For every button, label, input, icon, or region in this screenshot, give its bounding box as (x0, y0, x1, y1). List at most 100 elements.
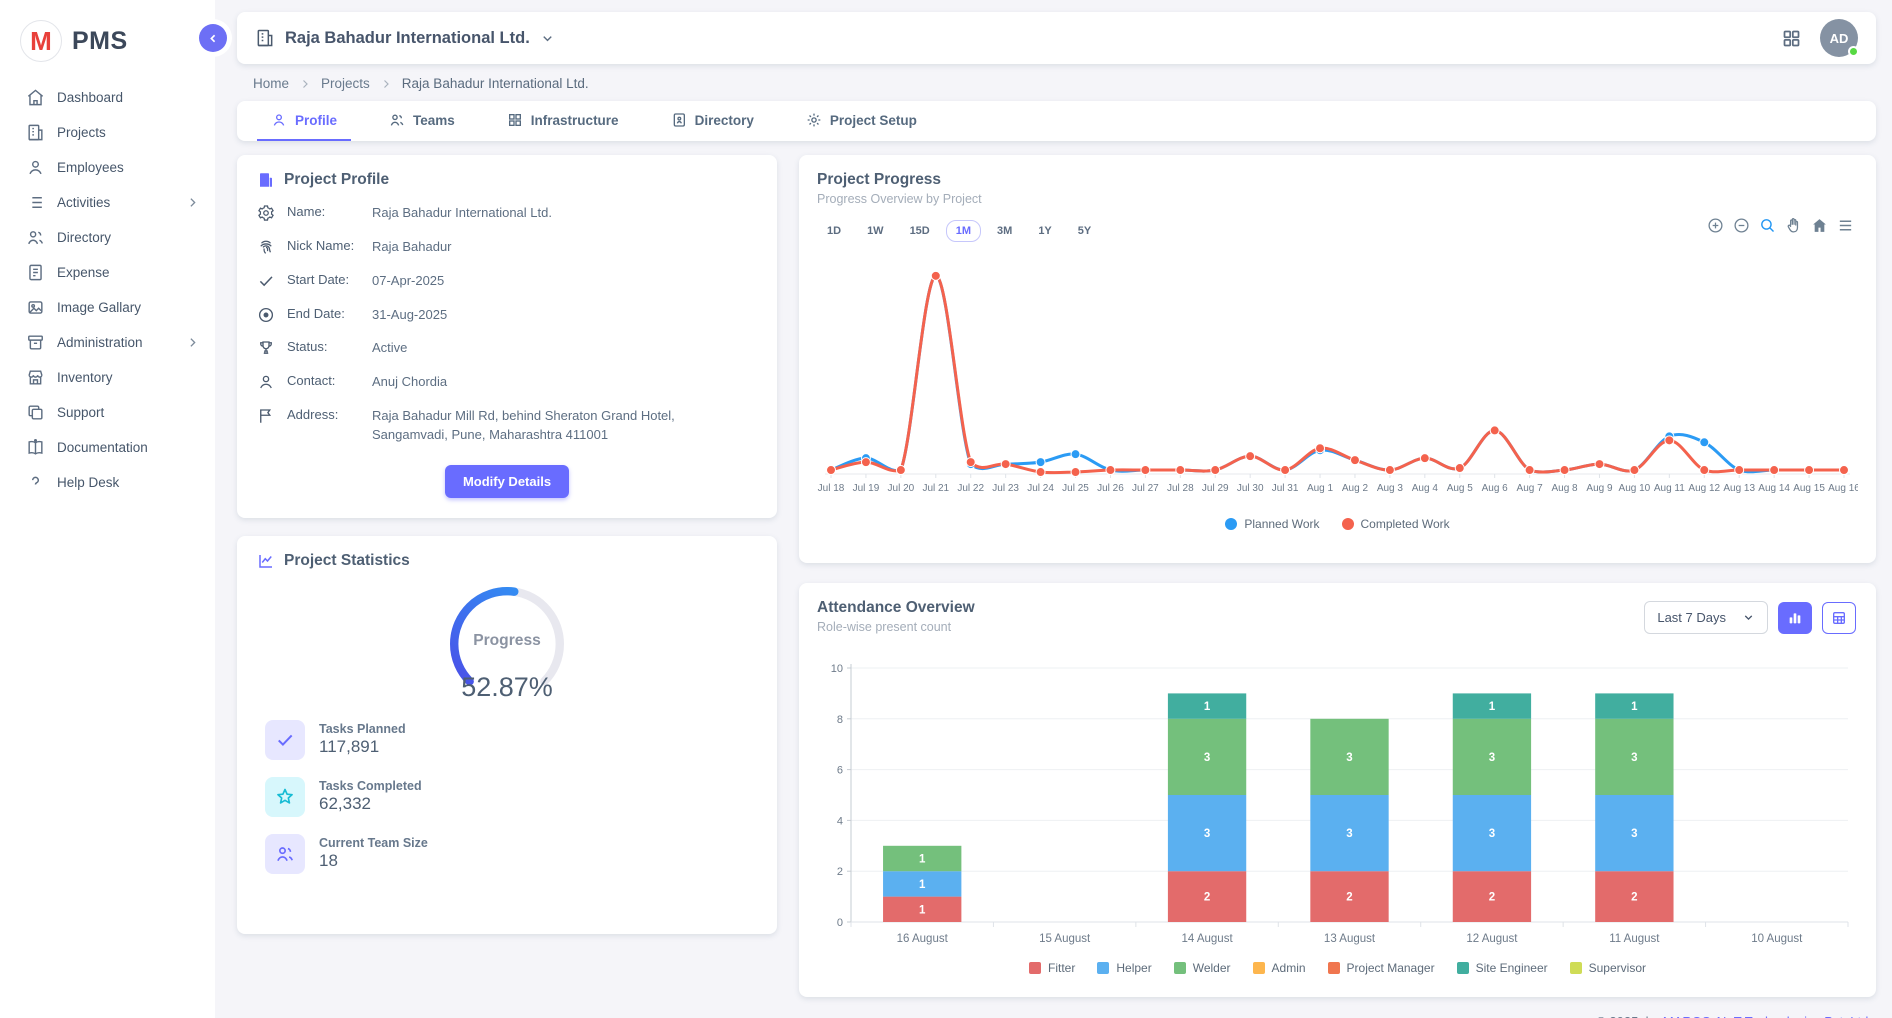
legend-item[interactable]: Supervisor (1570, 961, 1646, 975)
table-view-button[interactable] (1822, 602, 1856, 634)
svg-text:10 August: 10 August (1751, 933, 1803, 945)
online-status-dot (1848, 46, 1859, 57)
app-logo[interactable]: M PMS (0, 14, 215, 80)
chart-line-icon (257, 552, 275, 570)
svg-text:Jul 28: Jul 28 (1167, 483, 1194, 494)
archive-icon (26, 333, 45, 352)
range-15d[interactable]: 15D (900, 220, 940, 242)
range-3m[interactable]: 3M (987, 220, 1022, 242)
range-5y[interactable]: 5Y (1068, 220, 1101, 242)
line-chart-legend: Planned Work Completed Work (817, 517, 1858, 531)
legend-item[interactable]: Completed Work (1342, 517, 1450, 531)
tab-label: Teams (413, 113, 455, 128)
field-label: Name: (287, 204, 372, 219)
zoom-in-icon[interactable] (1707, 217, 1724, 234)
field-value: Raja Bahadur International Ltd. (372, 204, 558, 223)
svg-text:1: 1 (919, 854, 926, 866)
range-1d[interactable]: 1D (817, 220, 851, 242)
tab-project-setup[interactable]: Project Setup (792, 101, 931, 141)
chevron-right-icon (380, 78, 392, 90)
breadcrumb-home[interactable]: Home (253, 76, 289, 91)
zoom-out-icon[interactable] (1733, 217, 1750, 234)
gauge-label: Progress (473, 632, 541, 649)
sidebar-item-help-desk[interactable]: Help Desk (0, 465, 215, 500)
range-dropdown-value: Last 7 Days (1657, 610, 1726, 625)
tab-teams[interactable]: Teams (375, 101, 469, 141)
sidebar-item-support[interactable]: Support (0, 395, 215, 430)
legend-item[interactable]: Fitter (1029, 961, 1075, 975)
sidebar-collapse-button[interactable] (199, 24, 227, 52)
breadcrumb-projects[interactable]: Projects (321, 76, 370, 91)
range-1w[interactable]: 1W (857, 220, 894, 242)
legend-item[interactable]: Planned Work (1225, 517, 1319, 531)
sidebar-item-administration[interactable]: Administration (0, 325, 215, 360)
svg-text:Aug 14: Aug 14 (1758, 483, 1790, 494)
tabs-bar: Profile Teams Infrastructure Directory P… (237, 101, 1876, 141)
svg-text:2: 2 (1489, 892, 1495, 904)
stat-value: 62,332 (319, 794, 422, 814)
range-dropdown[interactable]: Last 7 Days (1644, 601, 1768, 634)
svg-text:11 August: 11 August (1609, 933, 1660, 945)
legend-item[interactable]: Project Manager (1328, 961, 1435, 975)
sidebar-item-activities[interactable]: Activities (0, 185, 215, 220)
field-label: Nick Name: (287, 238, 372, 253)
sidebar-item-expense[interactable]: Expense (0, 255, 215, 290)
apps-grid-icon[interactable] (1781, 28, 1802, 49)
company-link[interactable]: MARCO AIoT Technologies Pvt. Ltd. (1663, 1014, 1872, 1018)
breadcrumb-current: Raja Bahadur International Ltd. (402, 76, 589, 91)
users-icon (26, 228, 45, 247)
svg-text:0: 0 (837, 917, 843, 929)
tab-label: Directory (695, 113, 754, 128)
selection-zoom-icon[interactable] (1759, 217, 1776, 234)
fingerprint-icon (257, 238, 275, 256)
user-avatar[interactable]: AD (1820, 19, 1858, 57)
reset-home-icon[interactable] (1811, 217, 1828, 234)
stat-team-size: Current Team Size 18 (257, 834, 757, 874)
sidebar-item-image-gallery[interactable]: Image Gallary (0, 290, 215, 325)
stats-card-title: Project Statistics (284, 552, 410, 570)
pan-hand-icon[interactable] (1785, 217, 1802, 234)
attendance-chart[interactable]: 024681011116 August15 August233114 Augus… (817, 660, 1858, 955)
sidebar-item-documentation[interactable]: Documentation (0, 430, 215, 465)
sidebar-item-projects[interactable]: Projects (0, 115, 215, 150)
check-icon (257, 272, 275, 290)
progress-card-subtitle: Progress Overview by Project (817, 192, 1858, 206)
stat-label: Tasks Completed (319, 779, 422, 793)
building-icon (255, 28, 275, 48)
svg-text:Aug 4: Aug 4 (1412, 483, 1439, 494)
tab-infrastructure[interactable]: Infrastructure (493, 101, 633, 141)
legend-item[interactable]: Welder (1174, 961, 1231, 975)
project-progress-chart[interactable]: Jul 18Jul 19Jul 20Jul 21Jul 22Jul 23Jul … (817, 246, 1858, 511)
chevron-down-icon (540, 31, 555, 46)
menu-icon[interactable] (1837, 217, 1854, 234)
modify-details-button[interactable]: Modify Details (445, 465, 569, 498)
svg-text:Jul 25: Jul 25 (1062, 483, 1089, 494)
sidebar-item-label: Activities (57, 195, 110, 210)
company-selector[interactable]: Raja Bahadur International Ltd. (255, 28, 555, 48)
legend-item[interactable]: Site Engineer (1457, 961, 1548, 975)
tab-directory[interactable]: Directory (657, 101, 768, 141)
field-value: Active (372, 339, 413, 358)
chevron-right-icon (186, 336, 199, 349)
sidebar-item-label: Dashboard (57, 90, 123, 105)
svg-text:3: 3 (1489, 752, 1495, 764)
range-1y[interactable]: 1Y (1028, 220, 1061, 242)
bar-view-button[interactable] (1778, 602, 1812, 634)
sidebar-item-directory[interactable]: Directory (0, 220, 215, 255)
svg-text:Jul 23: Jul 23 (992, 483, 1019, 494)
range-1m[interactable]: 1M (946, 220, 981, 242)
svg-text:1: 1 (1631, 701, 1638, 713)
sidebar-item-employees[interactable]: Employees (0, 150, 215, 185)
svg-text:Aug 11: Aug 11 (1654, 483, 1685, 494)
field-label: Contact: (287, 373, 372, 388)
svg-text:Aug 10: Aug 10 (1619, 483, 1651, 494)
tab-profile[interactable]: Profile (257, 101, 351, 141)
sidebar-item-dashboard[interactable]: Dashboard (0, 80, 215, 115)
attendance-controls: Last 7 Days (1644, 601, 1856, 634)
svg-text:10: 10 (831, 663, 843, 675)
legend-item[interactable]: Helper (1097, 961, 1151, 975)
svg-text:Jul 22: Jul 22 (957, 483, 984, 494)
stat-label: Current Team Size (319, 836, 428, 850)
legend-item[interactable]: Admin (1253, 961, 1306, 975)
sidebar-item-inventory[interactable]: Inventory (0, 360, 215, 395)
